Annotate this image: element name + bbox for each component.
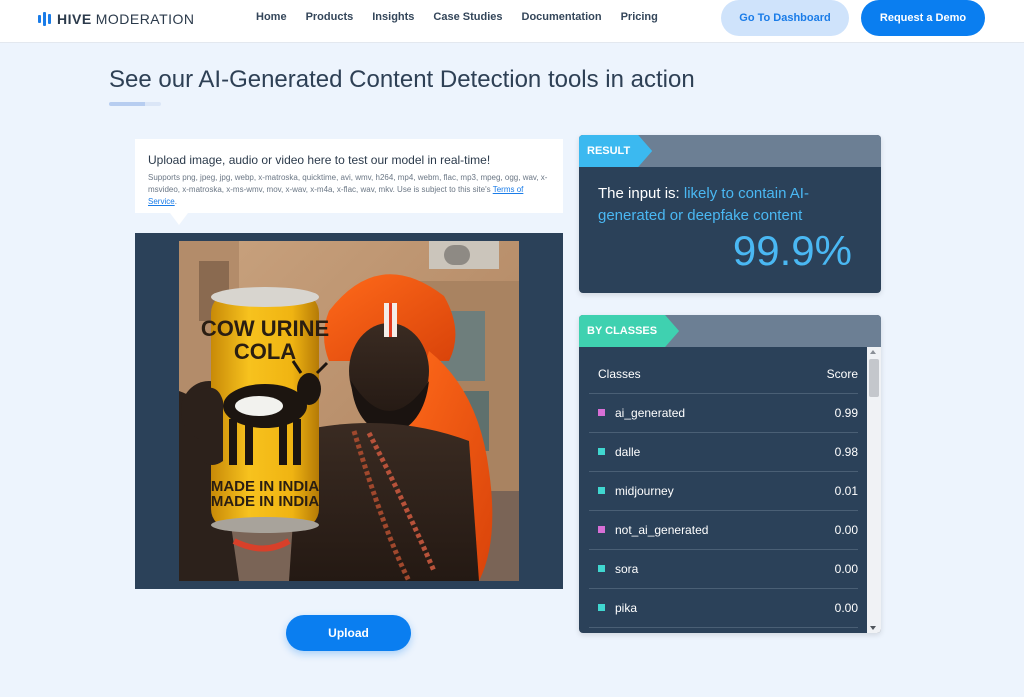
uploaded-photo: COW URINE COLA MADE IN INDIA MADE IN IND… [179,241,519,581]
nav-products[interactable]: Products [306,11,354,23]
hive-logo[interactable]: HIVE MODERATION [38,11,195,27]
uploaded-image-panel: COW URINE COLA MADE IN INDIA MADE IN IND… [135,233,563,589]
class-row: midjourney 0.01 [589,471,858,510]
class-score: 0.99 [834,406,858,420]
classes-scrollbar[interactable] [867,347,881,633]
hive-logo-icon [38,12,51,26]
scroll-up-arrow-icon[interactable] [870,350,876,354]
class-row [589,627,858,633]
class-name: ai_generated [615,406,686,420]
scroll-down-arrow-icon[interactable] [870,626,876,630]
class-row: dalle 0.98 [589,432,858,471]
class-row: sora 0.00 [589,549,858,588]
top-navigation-bar: HIVE MODERATION Home Products Insights C… [0,0,1024,43]
by-classes-tag: BY CLASSES [579,315,679,347]
class-color-swatch [598,526,605,533]
page-title: See our AI-Generated Content Detection t… [109,66,695,93]
can-label-line2: COLA [234,339,296,364]
go-to-dashboard-button[interactable]: Go To Dashboard [721,0,849,36]
nav-insights[interactable]: Insights [372,11,414,23]
card-pointer [170,213,188,225]
brand-name-light: MODERATION [95,11,195,27]
score-column-header: Score [826,367,858,381]
supported-formats-list: Supports png, jpeg, jpg, webp, x-matrosk… [148,173,548,194]
class-score: 0.98 [834,445,858,459]
nav-home[interactable]: Home [256,11,287,23]
result-percentage: 99.9% [732,227,852,274]
request-demo-button[interactable]: Request a Demo [861,0,985,36]
result-card: RESULT The input is: likely to contain A… [579,135,881,293]
class-color-swatch [598,448,605,455]
nav-documentation[interactable]: Documentation [522,11,602,23]
classes-table[interactable]: Classes Score ai_generated 0.99 dalle 0.… [579,347,867,633]
can-label-line1: COW URINE [201,316,329,341]
class-color-swatch [598,409,605,416]
class-color-swatch [598,604,605,611]
classes-table-header: Classes Score [579,347,867,393]
upload-button[interactable]: Upload [286,615,411,651]
class-name: dalle [615,445,641,459]
result-tag: RESULT [579,135,652,167]
result-prefix: The input is: [598,185,684,202]
class-score: 0.00 [834,562,858,576]
class-score: 0.00 [834,523,858,537]
class-color-swatch [598,487,605,494]
upload-instructions-card: Upload image, audio or video here to tes… [135,139,563,213]
class-row: ai_generated 0.99 [589,393,858,432]
classes-column-header: Classes [598,367,641,381]
upload-heading: Upload image, audio or video here to tes… [148,153,491,167]
nav-case-studies[interactable]: Case Studies [433,11,502,23]
classes-card: BY CLASSES Classes Score ai_generated 0.… [579,315,881,633]
class-name: midjourney [615,484,674,498]
class-name: not_ai_generated [615,523,709,537]
class-score: 0.01 [834,484,858,498]
class-name: pika [615,601,638,615]
supported-formats-text: Supports png, jpeg, jpg, webp, x-matrosk… [148,172,551,208]
main-nav: Home Products Insights Case Studies Docu… [256,11,677,23]
class-name: sora [615,562,639,576]
result-verdict: The input is: likely to contain AI-gener… [598,183,868,227]
class-row: pika 0.00 [589,588,858,627]
title-underline [109,102,161,106]
class-color-swatch [598,565,605,572]
class-score: 0.00 [834,601,858,615]
nav-pricing[interactable]: Pricing [621,11,658,23]
brand-name-bold: HIVE [57,11,92,27]
class-row: not_ai_generated 0.00 [589,510,858,549]
classes-card-header: BY CLASSES [579,315,881,347]
can-made-in-2: MADE IN INDIA [211,493,320,510]
result-card-header: RESULT [579,135,881,167]
scrollbar-thumb[interactable] [869,359,879,397]
terms-suffix: . [174,197,177,206]
